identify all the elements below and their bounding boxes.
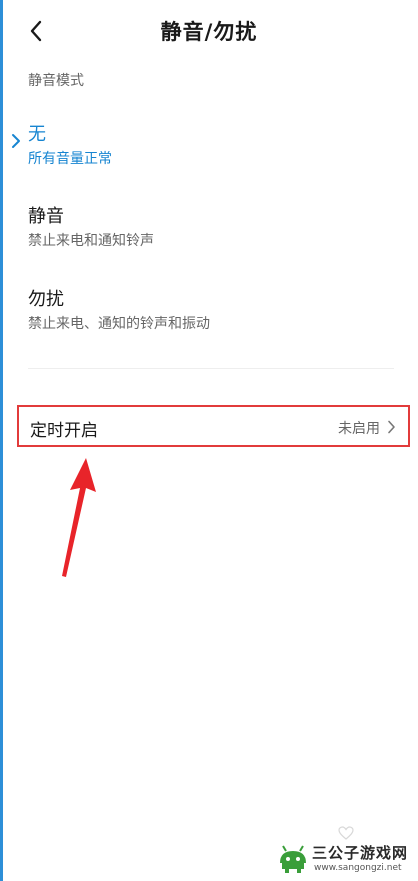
section-label: 静音模式: [28, 73, 84, 89]
selected-chevron-icon: [12, 134, 20, 148]
annotation-arrow-icon: [62, 458, 96, 577]
watermark: 三公子游戏网 www.sangongzi.net: [276, 841, 414, 877]
header: 静音/勿扰: [0, 0, 418, 62]
mode-description: 所有音量正常: [28, 151, 112, 167]
mode-title: 勿扰: [28, 289, 64, 310]
scheduled-on-status: 未启用: [338, 421, 380, 437]
heart-icon: [338, 826, 354, 840]
watermark-logo-icon: [280, 845, 306, 873]
page-title: 静音/勿扰: [160, 20, 258, 44]
scheduled-on-row[interactable]: 定时开启 未启用: [17, 405, 410, 447]
mode-item-none[interactable]: 无 所有音量正常: [0, 120, 418, 190]
divider: [28, 368, 394, 369]
mode-item-silent[interactable]: 静音 禁止来电和通知铃声: [0, 202, 418, 272]
mode-item-do-not-disturb[interactable]: 勿扰 禁止来电、通知的铃声和振动: [0, 285, 418, 355]
mode-title: 静音: [28, 206, 64, 227]
scheduled-on-label: 定时开启: [30, 421, 98, 441]
watermark-url: www.sangongzi.net: [314, 863, 402, 873]
mode-title: 无: [28, 124, 46, 145]
mode-description: 禁止来电和通知铃声: [28, 233, 154, 249]
chevron-right-icon: [388, 420, 395, 434]
mode-description: 禁止来电、通知的铃声和振动: [28, 316, 210, 332]
watermark-text: 三公子游戏网: [312, 844, 409, 862]
